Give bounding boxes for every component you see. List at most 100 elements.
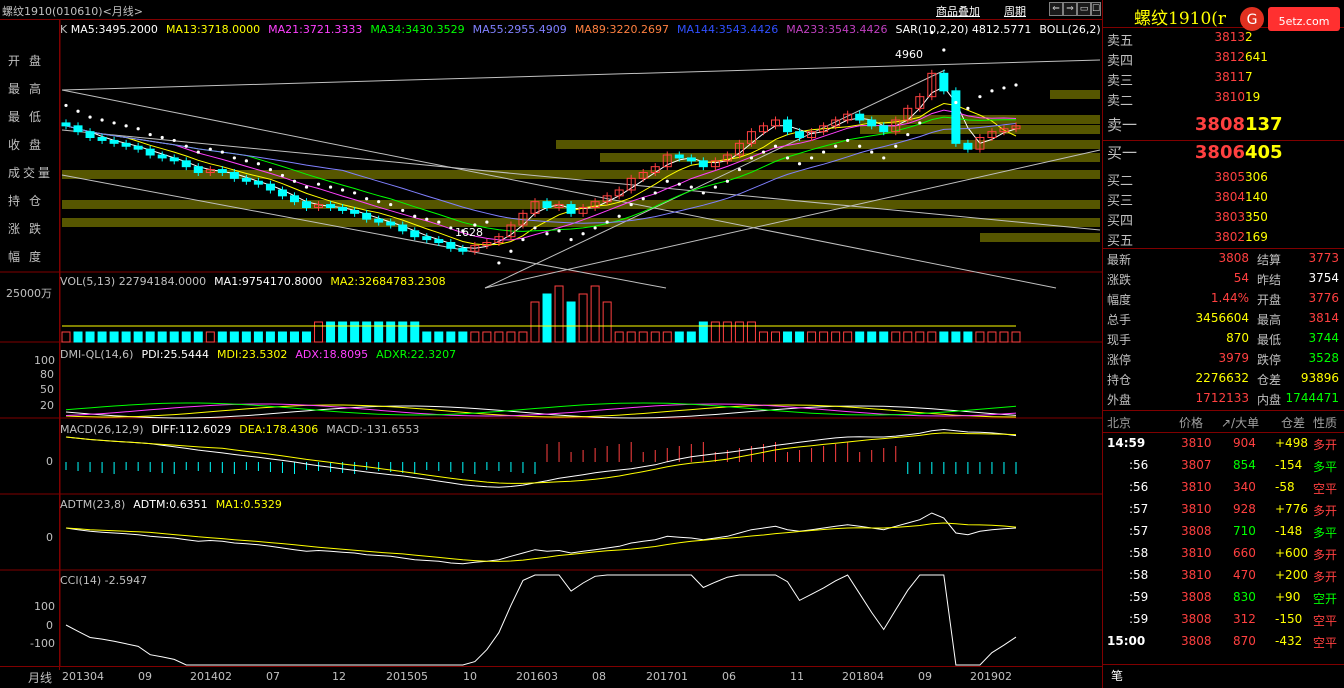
volume-bar	[975, 331, 985, 343]
dmi-axis-100: 100	[34, 354, 55, 367]
ask-row[interactable]: 卖三 3811 7	[1103, 70, 1344, 90]
candle-body	[193, 166, 203, 174]
ask-row[interactable]: 卖一 3808 137	[1103, 114, 1344, 135]
quote-panel: 卖五 3813 2 卖四 3812 641 卖三 3811 7 卖二 3810 19 卖一 3808 137…	[1102, 0, 1344, 688]
bid-row[interactable]: 买二 3805 306	[1103, 170, 1344, 190]
legend-item: MA144:3543.4426	[677, 23, 779, 36]
ask-row[interactable]: 卖四 3812 641	[1103, 50, 1344, 70]
candle-body	[338, 207, 348, 211]
period-label[interactable]: 月线	[28, 669, 52, 686]
stat-label: 昨结	[1257, 273, 1282, 287]
bid-row[interactable]: 买三 3804 140	[1103, 190, 1344, 210]
volume-bar	[626, 331, 636, 343]
volume-bar	[734, 321, 744, 343]
stat-label: 内盘	[1257, 393, 1282, 407]
menu-open-interest[interactable]: 持仓	[8, 192, 56, 209]
bid-row[interactable]: 买四 3803 350	[1103, 210, 1344, 230]
stat-label: 总手	[1107, 313, 1132, 327]
candle-body	[302, 201, 312, 209]
stat-value: 3814	[1308, 311, 1339, 325]
ma-legend: K MA5:3495.2000 MA13:3718.0000 MA21:3721.3…	[60, 23, 1100, 37]
tick-oi-change: -58	[1275, 480, 1295, 494]
tick-row[interactable]: :57 3810 928 +776 多开	[1103, 502, 1344, 522]
tick-row[interactable]: :59 3808 312 -150 空平	[1103, 612, 1344, 632]
sar-dot	[232, 156, 236, 160]
tick-oi-change: +200	[1275, 568, 1308, 582]
ticks-header-cell: ↗/大单	[1221, 416, 1260, 430]
sar-dot	[749, 156, 754, 160]
x-tick-label: 11	[790, 670, 804, 683]
scroll-right-button[interactable]: ⇒	[1063, 2, 1077, 16]
bid-price: 3802	[1214, 230, 1245, 244]
tick-price: 3808	[1181, 524, 1212, 538]
sar-dot	[581, 232, 585, 236]
tick-row[interactable]: :56 3810 340 -58 空平	[1103, 480, 1344, 500]
x-tick-label: 201402	[190, 670, 232, 683]
macd-axis-0: 0	[46, 455, 53, 468]
sar-dot	[100, 118, 104, 122]
menu-open[interactable]: 开盘	[8, 52, 56, 69]
menu-high[interactable]: 最高	[8, 80, 56, 97]
legend-item: MDI:23.5302	[217, 348, 288, 361]
menu-close[interactable]: 收盘	[8, 136, 56, 153]
ticks-footer-tab[interactable]: 笔	[1111, 667, 1123, 684]
legend-item: MA55:2955.4909	[472, 23, 567, 36]
stat-value: 2276632	[1195, 371, 1249, 385]
volume-bar	[410, 321, 420, 343]
sar-dot	[677, 182, 681, 186]
menu-volume[interactable]: 成交量	[8, 164, 56, 181]
restore-button[interactable]: ▭	[1077, 2, 1091, 16]
adtm-axis-0: 0	[46, 531, 53, 544]
product-overlay-link[interactable]: 商品叠加	[936, 3, 980, 19]
tick-price: 3810	[1181, 546, 1212, 560]
period-link[interactable]: 周期	[1004, 3, 1026, 19]
menu-change[interactable]: 涨跌	[8, 220, 56, 237]
sar-dot	[328, 185, 333, 189]
maximize-button[interactable]: ☐	[1091, 2, 1101, 16]
sar-dot	[593, 226, 597, 230]
sar-dot	[292, 179, 297, 183]
scroll-left-button[interactable]: ⇐	[1049, 2, 1063, 16]
volume-bar	[915, 331, 925, 343]
bid-price: 3806	[1194, 142, 1245, 163]
sar-dot	[545, 232, 549, 236]
legend-item: MACD:-131.6553	[326, 423, 420, 436]
tick-time: :58	[1129, 546, 1149, 560]
tick-row[interactable]: 15:00 3808 870 -432 空平	[1103, 634, 1344, 654]
sar-dot	[377, 200, 381, 204]
stat-label: 最新	[1107, 253, 1132, 267]
ask-row[interactable]: 卖二 3810 19	[1103, 90, 1344, 110]
tick-kind: 空开	[1313, 592, 1338, 606]
legend-item: MA2:32684783.2308	[330, 275, 446, 288]
ask-label: 卖四	[1107, 54, 1134, 69]
tick-kind: 多开	[1313, 504, 1338, 518]
volume-bar	[386, 321, 396, 343]
tick-row[interactable]: :59 3808 830 +90 空开	[1103, 590, 1344, 610]
menu-low[interactable]: 最低	[8, 108, 56, 125]
sar-dot	[641, 197, 645, 201]
volume-bar	[73, 331, 83, 343]
legend-item: DMI-QL(14,6)	[60, 348, 134, 361]
volume-bar	[518, 331, 528, 343]
sar-dot	[846, 138, 850, 143]
ask-volume: 137	[1245, 114, 1283, 135]
stat-label: 外盘	[1107, 393, 1132, 407]
volume-bar	[783, 331, 793, 343]
tick-row[interactable]: :58 3810 660 +600 多开	[1103, 546, 1344, 566]
legend-item: VOL(5,13) 22794184.0000	[60, 275, 207, 288]
tick-row[interactable]: :56 3807 854 -154 多平	[1103, 458, 1344, 478]
tick-price: 3807	[1181, 458, 1212, 472]
menu-range[interactable]: 幅度	[8, 248, 56, 265]
bid-row[interactable]: 买一 3806 405	[1103, 142, 1344, 163]
volume-bar	[446, 331, 456, 343]
tick-row[interactable]: :57 3808 710 -148 多平	[1103, 524, 1344, 544]
volume-bar	[578, 293, 588, 343]
low-price-label: 1628	[455, 226, 483, 239]
volume-bar	[855, 331, 865, 343]
sar-dot	[785, 156, 790, 160]
sar-dot	[882, 156, 886, 160]
bid-row[interactable]: 买五 3802 169	[1103, 230, 1344, 250]
kline-chart[interactable]	[0, 20, 1102, 670]
tick-row[interactable]: :58 3810 470 +200 多开	[1103, 568, 1344, 588]
tick-row[interactable]: 14:59 3810 904 +498 多开	[1103, 436, 1344, 456]
